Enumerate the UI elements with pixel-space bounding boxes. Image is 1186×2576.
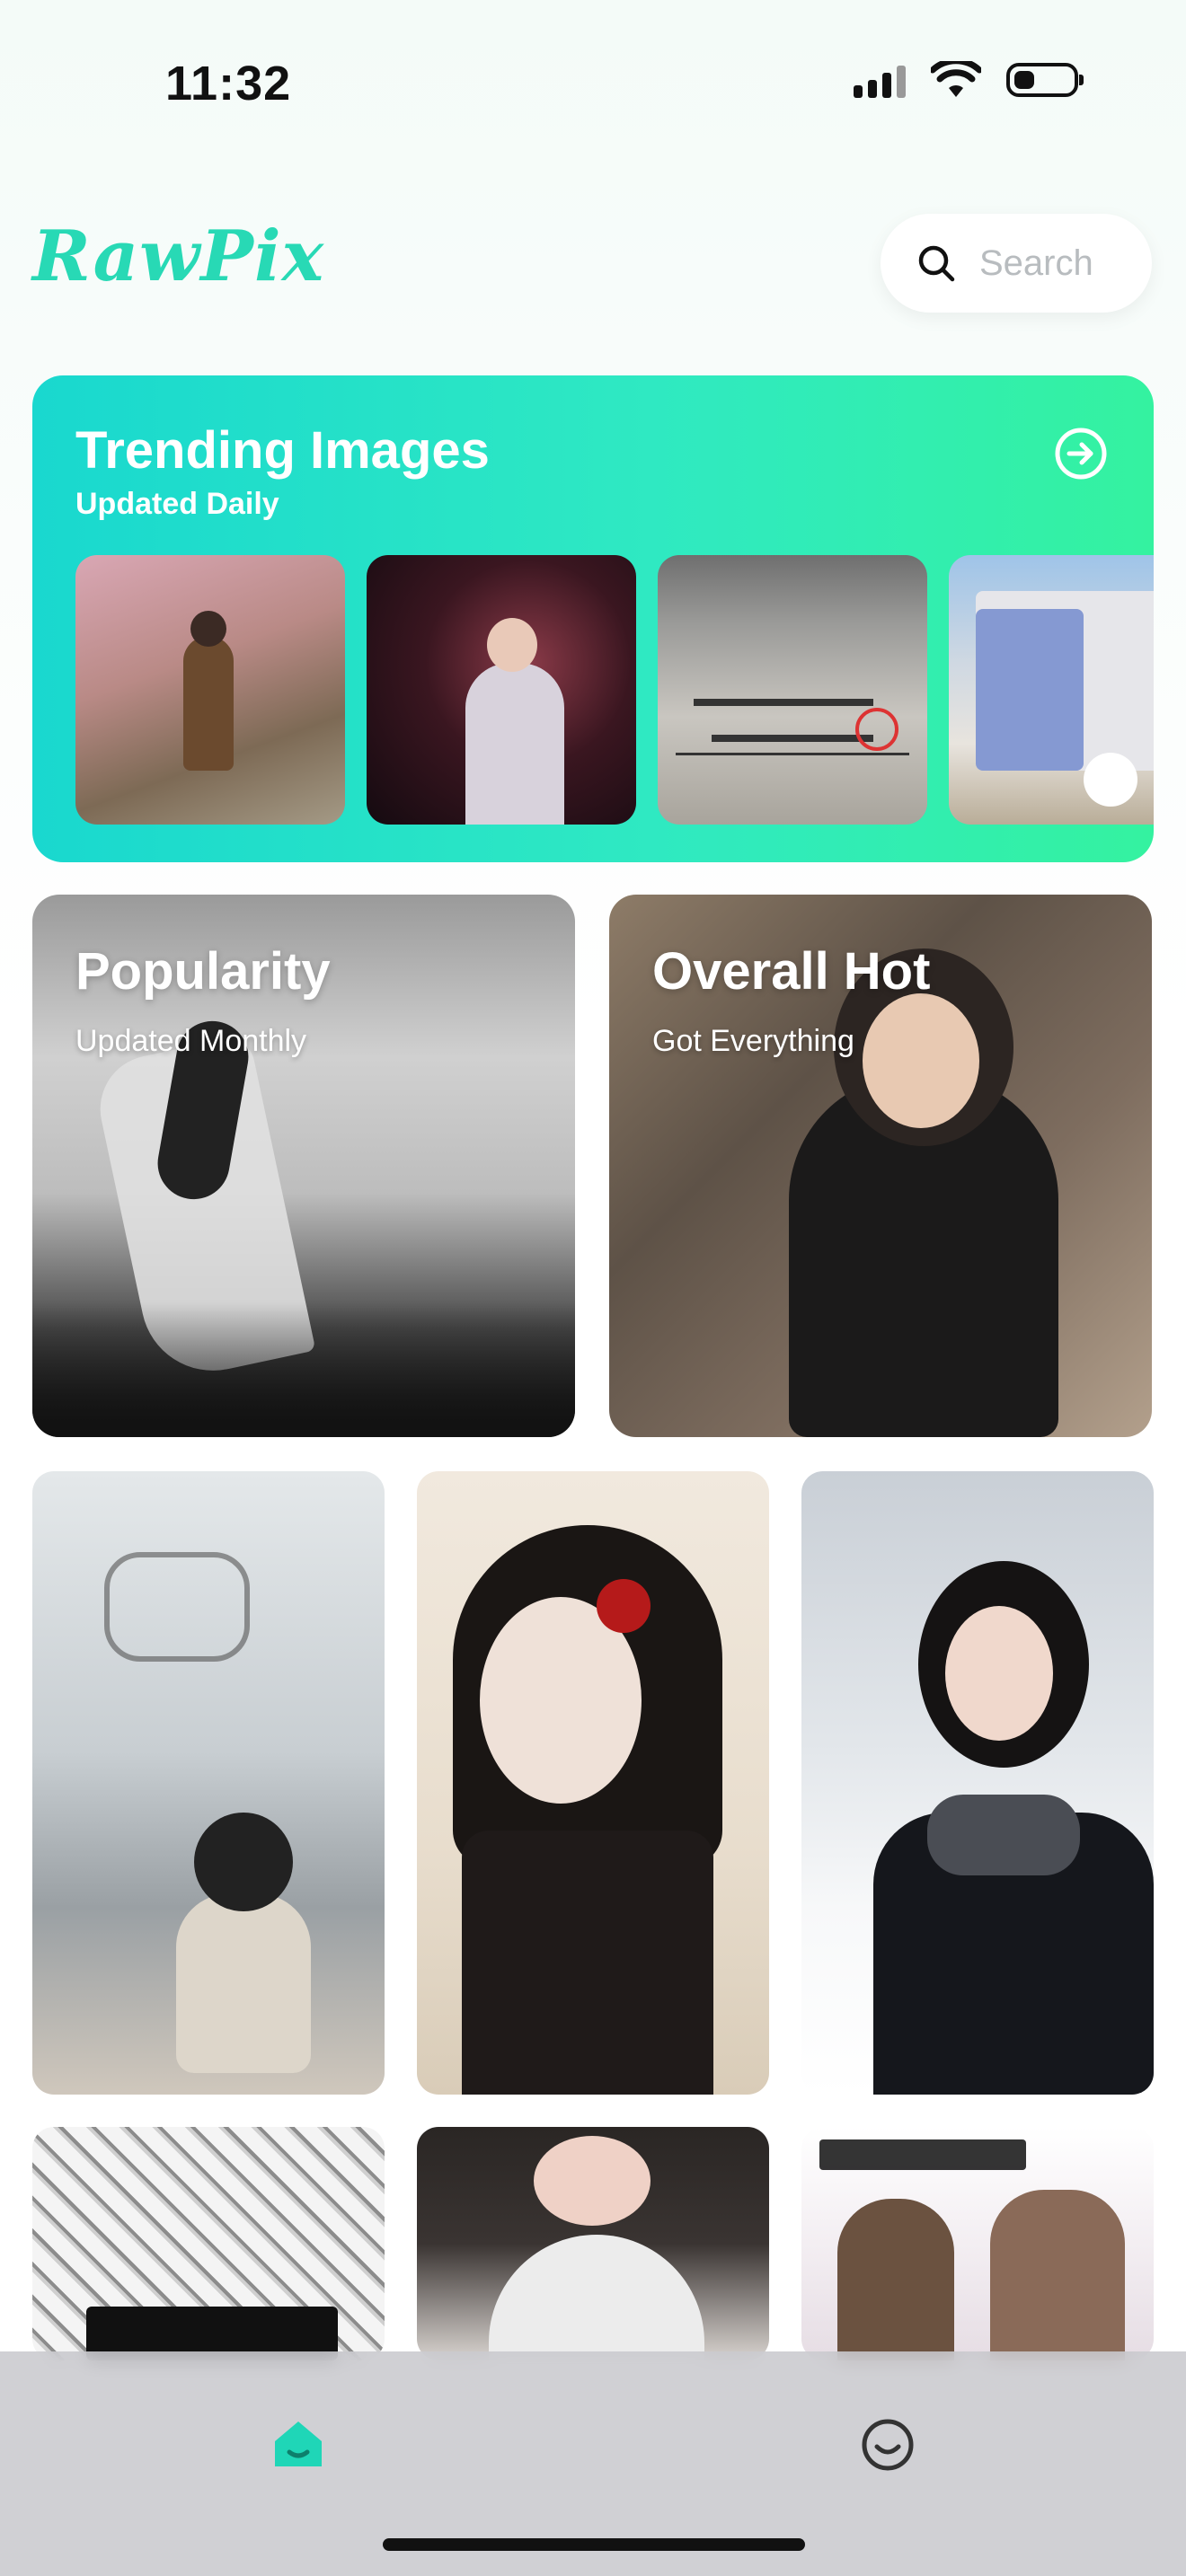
trending-title: Trending Images xyxy=(75,421,490,480)
search-placeholder: Search xyxy=(979,243,1093,283)
grid-image-2[interactable] xyxy=(417,1471,769,2095)
wifi-icon xyxy=(931,61,981,97)
trending-thumb-3[interactable] xyxy=(658,555,927,825)
trending-card[interactable]: Trending Images Updated Daily xyxy=(32,375,1154,862)
arrow-right-circle-icon[interactable] xyxy=(1053,426,1109,481)
status-icons xyxy=(854,61,1084,99)
popularity-subtitle: Updated Monthly xyxy=(75,1024,307,1058)
overall-hot-title: Overall Hot xyxy=(652,942,931,1001)
app-logo: RawPix xyxy=(32,216,325,297)
home-indicator xyxy=(383,2538,805,2551)
signal-icon xyxy=(854,62,906,98)
search-icon xyxy=(918,245,955,282)
overall-hot-subtitle: Got Everything xyxy=(652,1024,854,1058)
trending-thumbnails xyxy=(75,555,1154,825)
search-input[interactable]: Search xyxy=(881,214,1152,313)
home-icon[interactable] xyxy=(270,2414,327,2472)
grid-image-3[interactable] xyxy=(801,1471,1154,2095)
overall-hot-tile[interactable]: Overall Hot Got Everything xyxy=(609,895,1152,1437)
popularity-title: Popularity xyxy=(75,942,331,1001)
profile-icon[interactable] xyxy=(859,2416,916,2474)
popularity-tile[interactable]: Popularity Updated Monthly xyxy=(32,895,575,1437)
grid-image-6[interactable] xyxy=(801,2127,1154,2360)
battery-icon xyxy=(1006,63,1084,97)
status-time: 11:32 xyxy=(165,57,292,110)
trending-thumb-1[interactable] xyxy=(75,555,345,825)
trending-subtitle: Updated Daily xyxy=(75,487,279,521)
trending-thumb-2[interactable] xyxy=(367,555,636,825)
grid-image-5[interactable] xyxy=(417,2127,769,2360)
grid-image-1[interactable] xyxy=(32,1471,385,2095)
grid-image-4[interactable] xyxy=(32,2127,385,2360)
trending-thumb-4[interactable] xyxy=(949,555,1154,825)
